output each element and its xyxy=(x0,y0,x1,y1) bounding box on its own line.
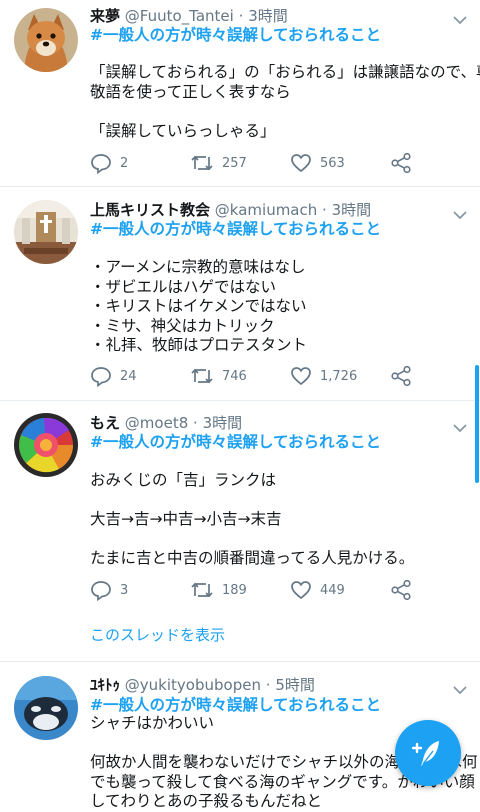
timestamp[interactable]: 5時間 xyxy=(275,676,315,694)
tweet-1[interactable]: 来夢 @Fuuto_Tantei · 3時間 #一般人の方が時々誤解しておられる… xyxy=(0,0,480,186)
like-button[interactable]: 1,726 xyxy=(290,365,357,387)
reply-icon xyxy=(91,154,111,174)
text-line: ・アーメンに宗教的意味はなし xyxy=(90,258,306,276)
text-line: してわりとあの子殺るもんだねと xyxy=(90,792,323,810)
reply-count: 2 xyxy=(120,155,129,171)
retweet-count: 746 xyxy=(222,368,247,384)
user-handle[interactable]: @Fuuto_Tantei xyxy=(125,7,234,25)
text-line xyxy=(90,530,414,550)
text-line: 「誤解していらっしゃる」 xyxy=(90,121,276,140)
text-line xyxy=(90,491,414,511)
tweet-text: 「誤解しておられる」の「おられる」は謙譲語なので、尊 敬語を使って正しく表すなら… xyxy=(90,63,480,141)
church-interior-avatar[interactable] xyxy=(14,200,78,264)
orca-avatar[interactable] xyxy=(14,676,78,740)
tweet-header: 来夢 @Fuuto_Tantei · 3時間 xyxy=(90,6,288,26)
retweet-count: 257 xyxy=(222,155,247,171)
separator-dot: · xyxy=(322,201,327,219)
text-line: おみくじの「吉」ランクは xyxy=(90,471,277,489)
heart-icon xyxy=(291,367,311,386)
tweet-text: おみくじの「吉」ランクは 大吉→吉→中吉→小吉→末吉 たまに吉と中吉の順番間違っ… xyxy=(90,471,414,569)
retweet-icon xyxy=(191,582,213,598)
timestamp[interactable]: 3時間 xyxy=(332,201,372,219)
tweet-actions: 2 257 563 xyxy=(90,152,420,174)
hashtag-link[interactable]: #一般人の方が時々誤解しておられること xyxy=(90,24,381,46)
hashtag-link[interactable]: #一般人の方が時々誤解しておられること xyxy=(90,431,381,453)
text-line: ・ミサ、神父はカトリック xyxy=(90,316,275,335)
like-count: 563 xyxy=(320,155,345,171)
share-icon xyxy=(391,365,411,387)
share-button[interactable] xyxy=(390,579,412,601)
like-button[interactable]: 563 xyxy=(290,152,345,174)
separator-dot: · xyxy=(265,676,271,694)
tweet-text: ・アーメンに宗教的意味はなし ・ザビエルはハゲではない ・キリストはイケメンでは… xyxy=(90,258,307,356)
chevron-down-icon[interactable] xyxy=(452,11,468,25)
heart-icon xyxy=(291,154,311,173)
tweet-actions: 24 746 1,726 xyxy=(90,365,420,387)
text-line: ・キリストはイケメンではない xyxy=(90,297,307,315)
display-name[interactable]: 来夢 xyxy=(90,7,120,25)
share-icon xyxy=(391,579,411,601)
tweet-2[interactable]: 上馬キリスト教会 @kamiumach · 3時間 #一般人の方が時々誤解してお… xyxy=(0,200,480,400)
tweet-divider xyxy=(0,661,480,662)
chevron-down-icon[interactable] xyxy=(452,206,468,220)
tweet-3[interactable]: もえ @moet8 · 3時間 #一般人の方が時々誤解しておられること おみくじ… xyxy=(0,413,480,661)
tweet-actions: 3 189 449 xyxy=(90,579,420,601)
retweet-count: 189 xyxy=(222,582,247,598)
like-button[interactable]: 449 xyxy=(290,579,345,601)
display-name[interactable]: もえ xyxy=(90,414,120,432)
retweet-button[interactable]: 746 xyxy=(190,365,247,387)
text-line: 敬語を使って正しく表すなら xyxy=(90,82,291,101)
reply-button[interactable]: 2 xyxy=(90,152,128,174)
reply-icon xyxy=(91,367,111,387)
display-name[interactable]: 上馬キリスト教会 xyxy=(90,201,210,219)
user-handle[interactable]: @kamiumach xyxy=(215,201,317,219)
tweet-header: ﾕｷﾄｩ @yukityobubopen · 5時間 xyxy=(90,675,315,695)
retweet-button[interactable]: 189 xyxy=(190,579,247,601)
reply-icon xyxy=(91,581,111,601)
scroll-indicator[interactable] xyxy=(475,365,479,483)
reply-count: 3 xyxy=(120,582,129,598)
heart-icon xyxy=(291,581,311,600)
text-line: ・ザビエルはハゲではない xyxy=(90,277,277,296)
text-line: 大吉→吉→中吉→小吉→末吉 xyxy=(90,510,282,528)
tweet-header: もえ @moet8 · 3時間 xyxy=(90,413,242,433)
display-name[interactable]: ﾕｷﾄｩ xyxy=(90,676,120,694)
tweet-divider xyxy=(0,400,480,401)
tweet-divider xyxy=(0,186,480,187)
hashtag-link[interactable]: #一般人の方が時々誤解しておられること xyxy=(90,218,381,240)
timestamp[interactable]: 3時間 xyxy=(248,7,288,25)
like-count: 1,726 xyxy=(320,368,358,384)
user-handle[interactable]: @yukityobubopen xyxy=(125,676,261,694)
retweet-icon xyxy=(191,155,213,171)
reply-button[interactable]: 3 xyxy=(90,579,128,601)
hashtag-link[interactable]: #一般人の方が時々誤解しておられること xyxy=(90,694,381,716)
retweet-button[interactable]: 257 xyxy=(190,152,247,174)
text-line: 「誤解しておられる」の「おられる」は謙譲語なので、尊 xyxy=(90,63,480,81)
compose-tweet-button[interactable] xyxy=(395,720,461,786)
tweet-header: 上馬キリスト教会 @kamiumach · 3時間 xyxy=(90,200,371,220)
text-line: たまに吉と中吉の順番間違ってる人見かける。 xyxy=(90,549,415,567)
share-icon xyxy=(391,152,411,174)
user-handle[interactable]: @moet8 xyxy=(125,414,188,432)
chevron-down-icon[interactable] xyxy=(452,419,468,433)
chevron-down-icon[interactable] xyxy=(452,681,468,695)
shiba-dog-avatar[interactable] xyxy=(14,8,78,72)
reply-count: 24 xyxy=(120,368,137,384)
separator-dot: · xyxy=(193,414,198,432)
rainbow-rose-avatar[interactable] xyxy=(14,413,78,477)
show-thread-link[interactable]: このスレッドを表示 xyxy=(90,624,225,645)
retweet-icon xyxy=(191,368,213,384)
share-button[interactable] xyxy=(390,365,412,387)
reply-button[interactable]: 24 xyxy=(90,365,137,387)
like-count: 449 xyxy=(320,582,345,598)
timestamp[interactable]: 3時間 xyxy=(203,414,243,432)
feather-plus-icon xyxy=(411,741,439,766)
share-button[interactable] xyxy=(390,152,412,174)
text-line xyxy=(90,102,480,122)
text-line: ・礼拝、牧師はプロテスタント xyxy=(90,336,308,354)
separator-dot: · xyxy=(238,7,244,25)
